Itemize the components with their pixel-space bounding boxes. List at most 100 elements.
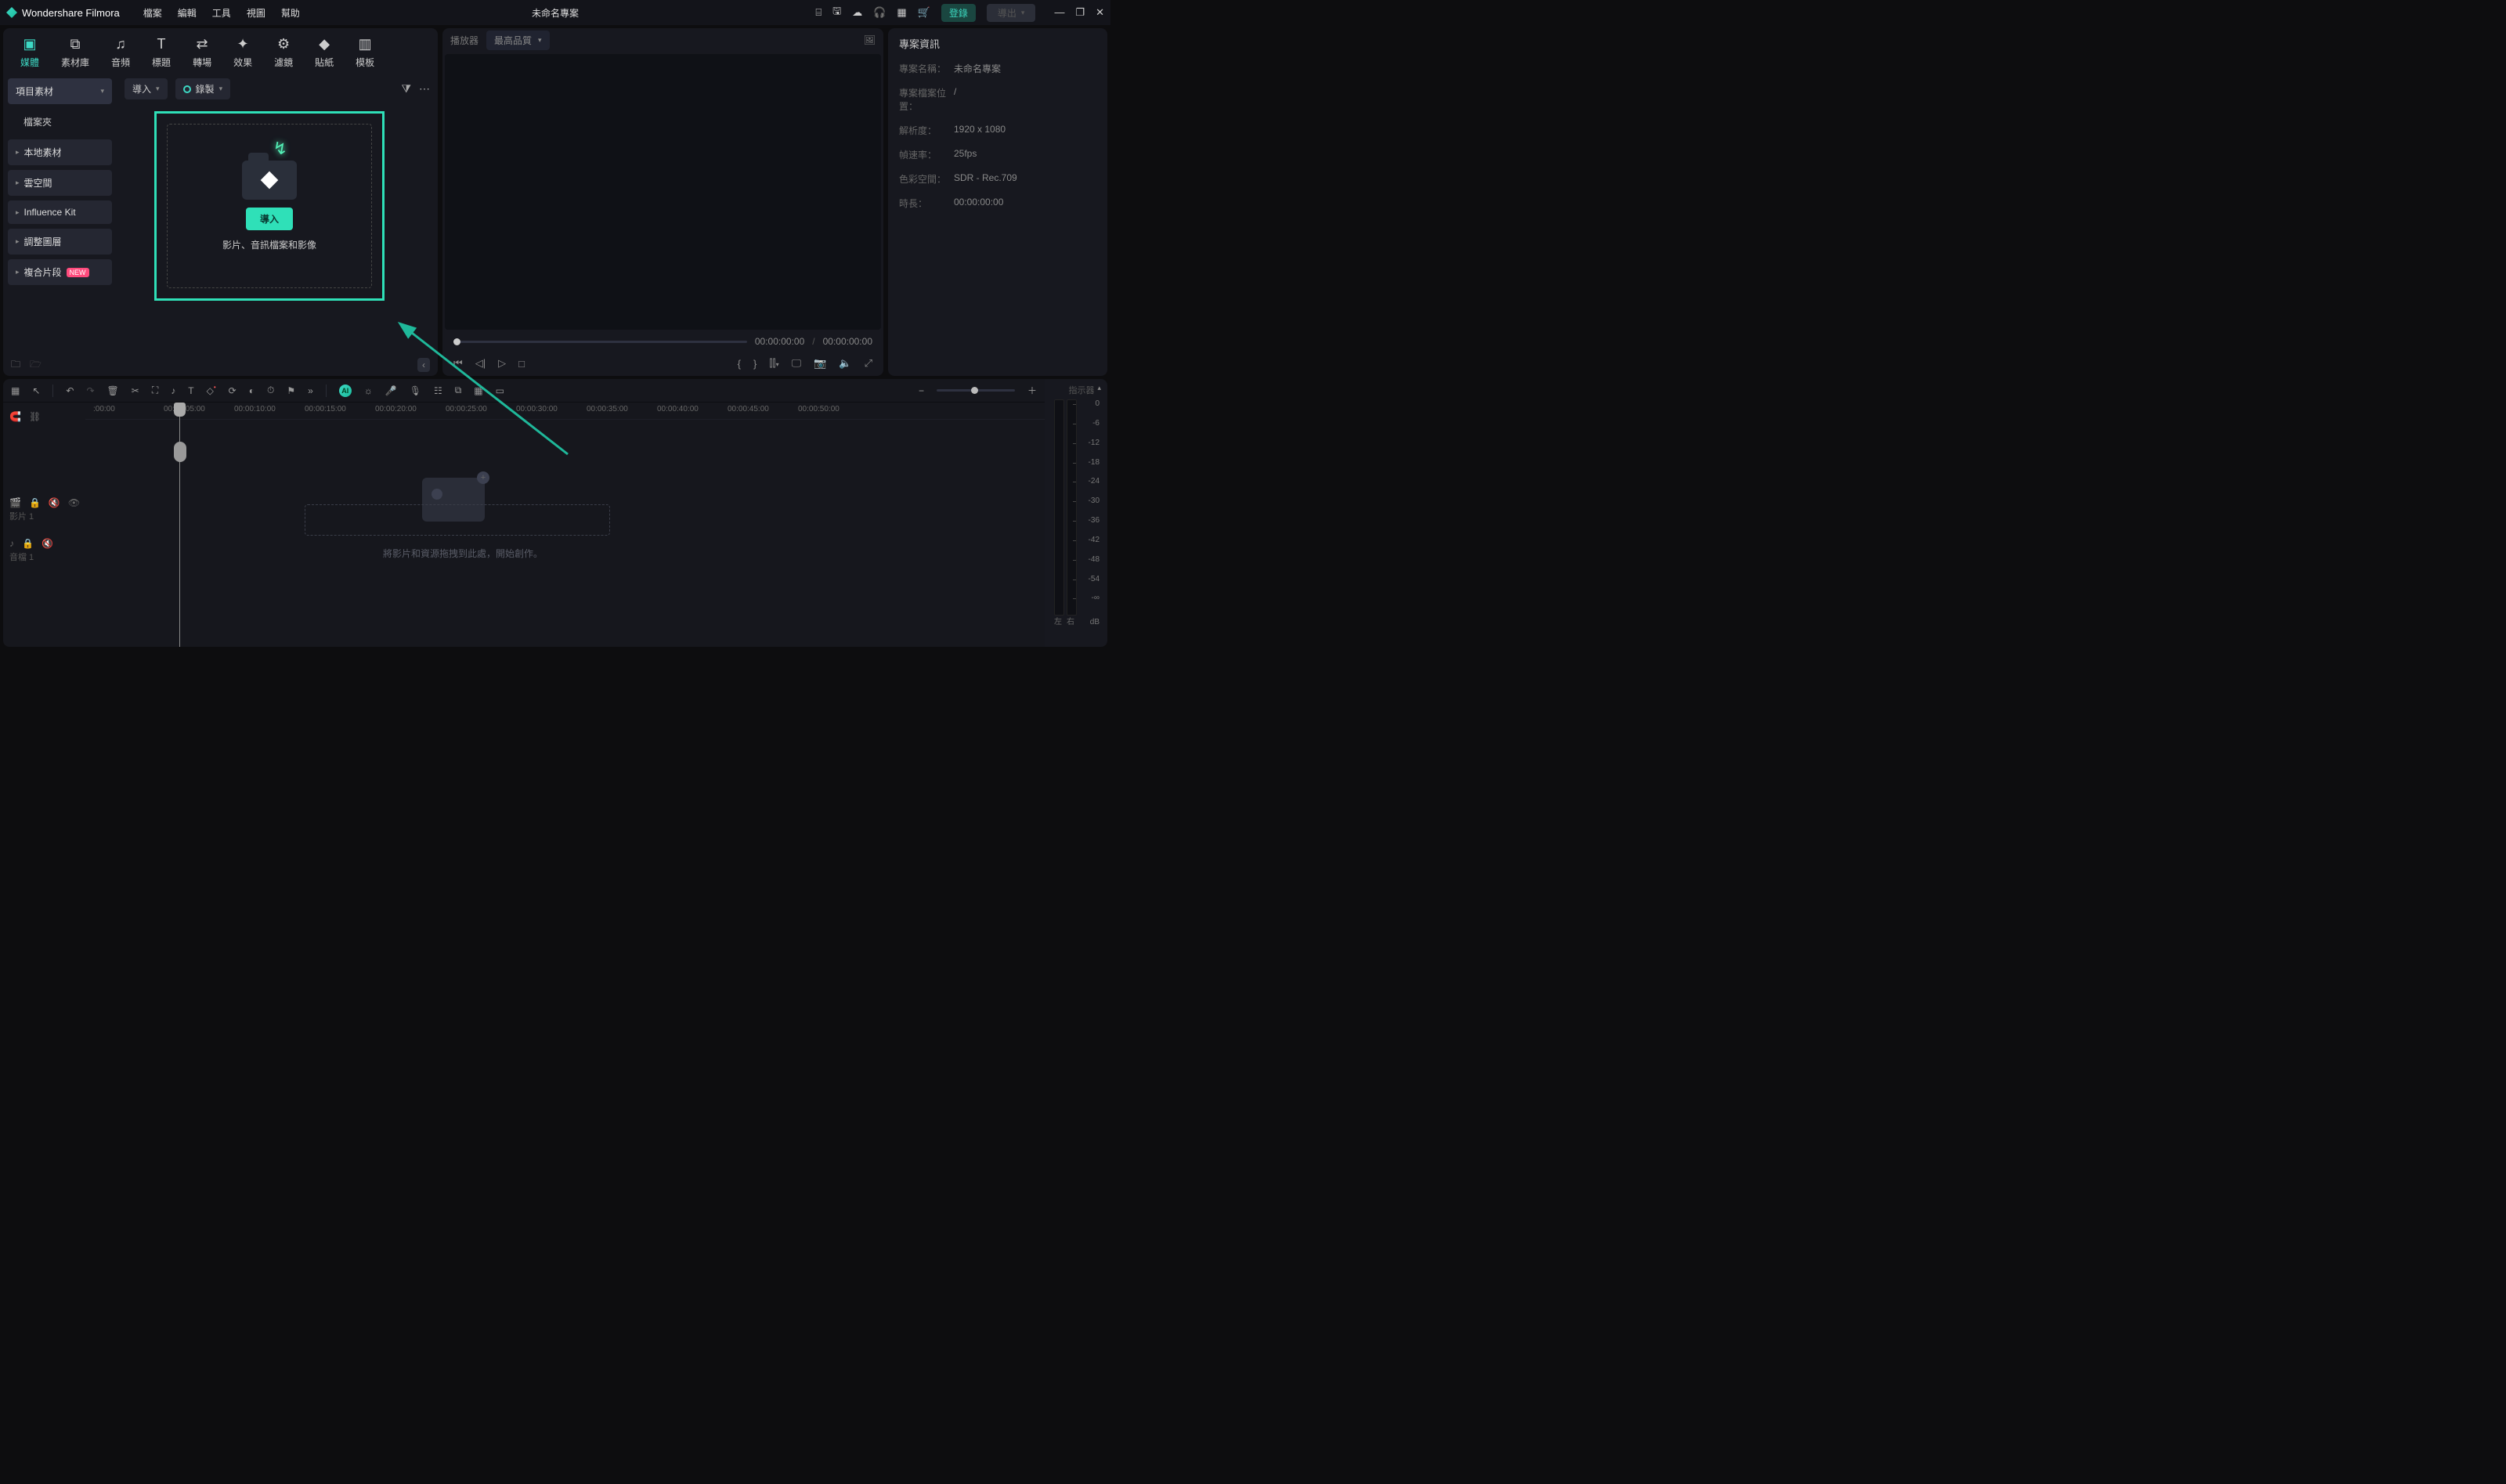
mute-icon[interactable]: 🔇 <box>49 497 60 508</box>
mic-off-icon[interactable]: 🎤 <box>385 385 397 396</box>
ruler-mark: :00:00 <box>93 405 156 413</box>
mark-in-icon[interactable]: { <box>738 358 741 370</box>
meter-collapse-icon[interactable]: ▴ <box>1097 384 1101 396</box>
mark-out-icon[interactable]: } <box>753 358 756 370</box>
undo-icon[interactable]: ↶ <box>66 385 74 396</box>
crop-icon[interactable]: ⛶ <box>152 385 158 396</box>
speed-icon[interactable]: ⟳ <box>229 385 237 396</box>
playhead-handle[interactable] <box>174 442 186 462</box>
color-icon[interactable]: ◐ <box>249 385 255 396</box>
keyframe-icon[interactable]: ◇• <box>207 385 216 396</box>
window-minimize-icon[interactable]: — <box>1054 6 1064 19</box>
menu-file[interactable]: 檔案 <box>143 6 162 20</box>
eye-icon[interactable]: 👁 <box>68 497 80 508</box>
brightness-icon[interactable]: ☼ <box>364 385 373 396</box>
tab-media[interactable]: ▣媒體 <box>19 33 41 72</box>
snapshot-icon[interactable]: 📷 <box>814 357 826 370</box>
sidebar-item-cloud[interactable]: ▸雲空間 <box>8 170 112 196</box>
mute-icon[interactable]: 🔇 <box>42 538 53 549</box>
sidebar-item-local[interactable]: ▸本地素材 <box>8 139 112 165</box>
lock-icon[interactable]: 🔒 <box>22 538 34 549</box>
zoom-slider[interactable] <box>937 389 1015 392</box>
grid-icon[interactable]: ▦ <box>897 6 906 19</box>
folder-open-icon[interactable]: 🗁 <box>30 357 42 374</box>
play-icon[interactable]: ▷ <box>498 357 506 370</box>
sidebar-item-compound[interactable]: ▸複合片段NEW <box>8 259 112 285</box>
tab-sticker[interactable]: ◆貼紙 <box>313 33 335 72</box>
window-maximize-icon[interactable]: ❐ <box>1075 6 1085 19</box>
meter-left-label: 左 <box>1054 615 1062 626</box>
text-icon[interactable]: T <box>188 385 193 396</box>
menu-view[interactable]: 視圖 <box>247 6 265 20</box>
cut-icon[interactable]: ✂ <box>132 385 139 396</box>
export-button[interactable]: 導出▾ <box>987 4 1036 22</box>
marker-icon[interactable]: ⚑ <box>287 385 295 396</box>
timeline-tracks[interactable]: :00:00 00:00:05:00 00:00:10:00 00:00:15:… <box>85 403 1045 647</box>
ai-badge-icon[interactable]: AI <box>339 385 352 397</box>
timeline-ruler[interactable]: :00:00 00:00:05:00 00:00:10:00 00:00:15:… <box>85 403 1045 420</box>
login-button[interactable]: 登錄 <box>941 4 976 22</box>
tab-filter[interactable]: ⚙濾鏡 <box>273 33 294 72</box>
zoom-in-icon[interactable]: ＋ <box>1027 384 1037 397</box>
menu-edit[interactable]: 編輯 <box>178 6 197 20</box>
more-tools-icon[interactable]: » <box>308 385 313 396</box>
import-dropzone[interactable]: ↯ 導入 影片、音訊檔案和影像 <box>167 124 372 288</box>
track-icon[interactable]: ⧉ <box>455 385 462 396</box>
zoom-thumb[interactable] <box>971 387 978 394</box>
sidebar-item-adjust[interactable]: ▸調整圖層 <box>8 229 112 255</box>
menu-tool[interactable]: 工具 <box>212 6 231 20</box>
display-icon[interactable]: ⌸ <box>815 6 821 19</box>
compare-icon[interactable]: ⫿⫿▾ <box>769 357 778 370</box>
cloud-icon[interactable]: ☁ <box>852 6 862 19</box>
delete-icon[interactable]: 🗑 <box>107 385 119 396</box>
prev-frame-icon[interactable]: ⏮ <box>453 357 463 370</box>
collapse-icon[interactable]: ‹ <box>417 358 430 372</box>
menu-help[interactable]: 幫助 <box>281 6 300 20</box>
player-quality-dropdown[interactable]: 最高品質▾ <box>486 31 550 50</box>
tab-template[interactable]: ▥模板 <box>354 33 376 72</box>
scrub-slider[interactable] <box>453 341 747 343</box>
drop-hint-box[interactable] <box>305 504 610 536</box>
more-icon[interactable]: ⋯ <box>419 82 430 96</box>
stop-icon[interactable]: □ <box>518 358 525 370</box>
new-folder-icon[interactable]: 🗀 <box>11 357 20 374</box>
volume-icon[interactable]: 🔈 <box>839 357 851 370</box>
top-tabs: ▣媒體 ⧉素材庫 ♫音頻 T標題 ⇄轉場 ✦效果 ⚙濾鏡 ◆貼紙 ▥模板 <box>3 28 438 72</box>
voice-icon[interactable]: 🎙 <box>410 385 421 396</box>
sidebar-item-influence[interactable]: ▸Influence Kit <box>8 200 112 224</box>
link-icon[interactable]: ⛓ <box>29 411 41 422</box>
headset-icon[interactable]: 🎧 <box>873 6 886 19</box>
magnet-icon[interactable]: 🧲 <box>9 411 21 422</box>
tab-transition[interactable]: ⇄轉場 <box>191 33 213 72</box>
tab-effect[interactable]: ✦效果 <box>232 33 254 72</box>
step-back-icon[interactable]: ◁| <box>475 357 486 370</box>
align-icon[interactable]: ▦ <box>474 385 482 396</box>
redo-icon[interactable]: ↷ <box>86 385 94 396</box>
tab-title[interactable]: T標題 <box>150 33 172 72</box>
save-icon[interactable]: 🖫 <box>832 4 841 21</box>
import-dropdown[interactable]: 導入▾ <box>125 78 168 99</box>
render-icon[interactable]: ▭ <box>496 385 504 396</box>
cart-icon[interactable]: 🛒 <box>918 6 930 19</box>
sidebar-item-project[interactable]: 項目素材▾ <box>8 78 112 104</box>
record-dropdown[interactable]: 錄製▾ <box>175 78 231 99</box>
playhead[interactable] <box>179 403 180 647</box>
lock-icon[interactable]: 🔒 <box>29 497 41 508</box>
audio-edit-icon[interactable]: ♪ <box>171 385 175 396</box>
window-close-icon[interactable]: ✕ <box>1096 6 1104 19</box>
tool-select-icon[interactable]: ↖ <box>32 385 40 396</box>
snapshot-preview-icon[interactable]: 🖼 <box>864 34 876 45</box>
expand-icon[interactable]: ⤢ <box>865 357 872 370</box>
player-canvas[interactable] <box>445 54 881 330</box>
timer-icon[interactable]: ⏱ <box>267 385 274 396</box>
zoom-out-icon[interactable]: − <box>919 385 924 396</box>
subtitle-icon[interactable]: ☷ <box>434 385 442 396</box>
tab-audio[interactable]: ♫音頻 <box>110 33 132 72</box>
filter-icon[interactable]: ⧩ <box>402 82 412 96</box>
display-icon[interactable]: 🖵 <box>792 357 802 370</box>
sidebar-sub-folder[interactable]: 檔案夾 <box>8 109 112 135</box>
scrub-thumb[interactable] <box>453 338 460 345</box>
import-button[interactable]: 導入 <box>246 208 293 230</box>
tool-layout-icon[interactable]: ▦ <box>11 385 20 396</box>
tab-stock[interactable]: ⧉素材庫 <box>60 33 91 72</box>
